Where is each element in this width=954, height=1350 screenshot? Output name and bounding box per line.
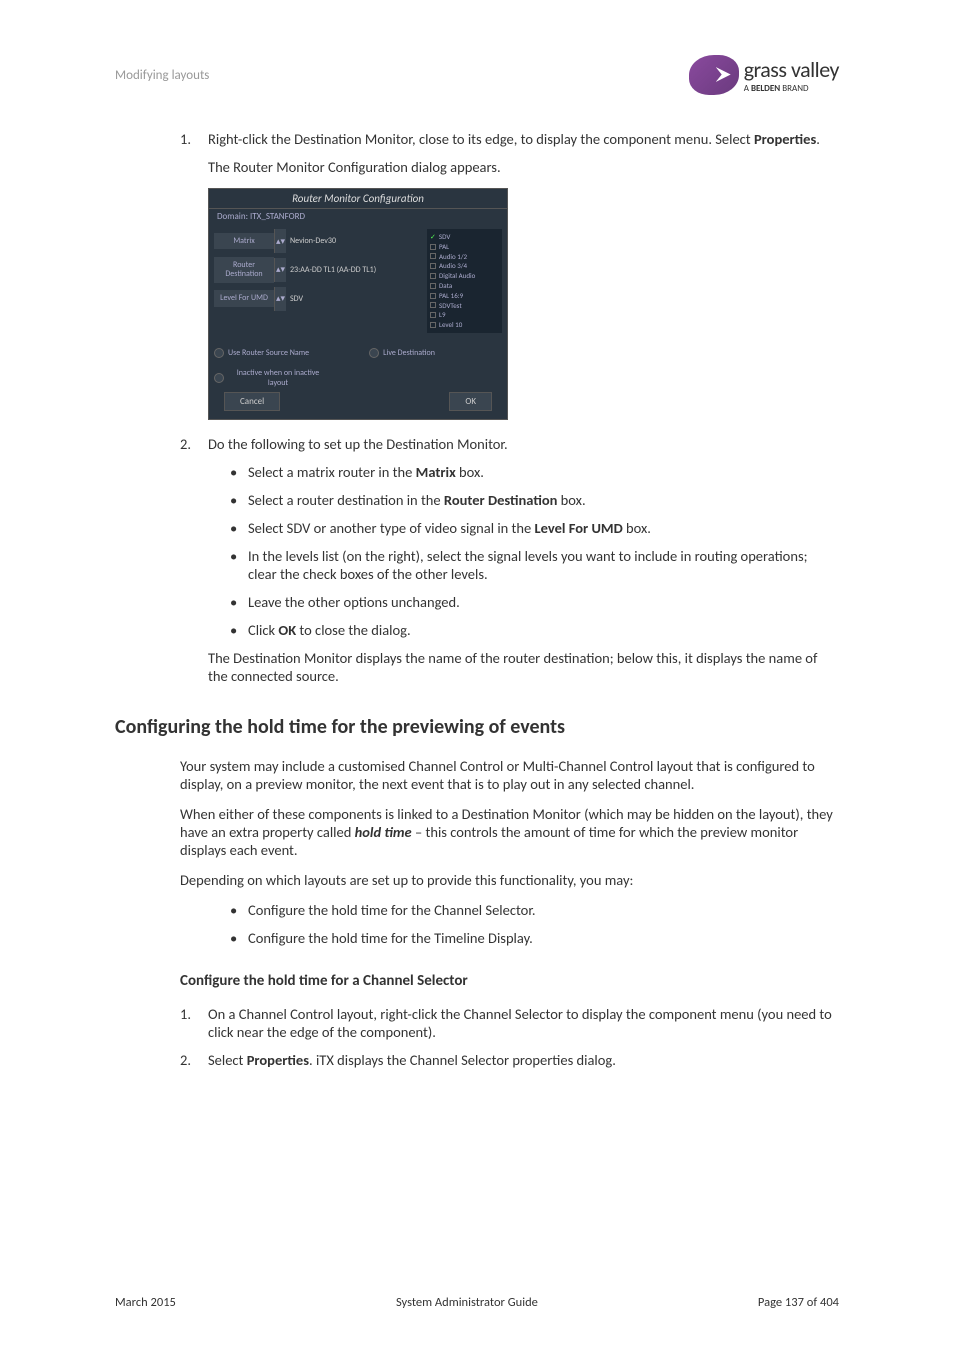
bullet-icon: • (230, 519, 248, 537)
router-dest-row: Router Destination ▴▾ 23:AA-DD TL1 (AA-D… (214, 257, 427, 283)
level-item[interactable]: Digital Audio (430, 271, 499, 281)
step-2-bullets: • Select a matrix router in the Matrix b… (180, 463, 839, 639)
level-item[interactable]: PAL 16:9 (430, 291, 499, 301)
dialog-title: Router Monitor Configuration (209, 189, 507, 209)
body-paragraph: Depending on which layouts are set up to… (180, 871, 839, 889)
level-item[interactable]: L9 (430, 310, 499, 320)
matrix-label: Matrix (214, 233, 274, 250)
cs-step-1: 1. On a Channel Control layout, right-cl… (180, 1005, 839, 1041)
list-item: • Select a matrix router in the Matrix b… (230, 463, 839, 481)
step-1-followup: The Router Monitor Configuration dialog … (180, 158, 839, 176)
body-paragraph: Your system may include a customised Cha… (180, 757, 839, 793)
step-text: On a Channel Control layout, right-click… (208, 1005, 839, 1041)
footer-title: System Administrator Guide (396, 1295, 538, 1310)
checkbox-icon (430, 244, 436, 250)
checkbox-icon (430, 263, 436, 269)
step-number: 2. (180, 435, 208, 453)
functionality-bullets: • Configure the hold time for the Channe… (180, 901, 839, 947)
logo-name: grass valley (744, 56, 839, 83)
bullet-icon: • (230, 491, 248, 509)
level-item[interactable]: Data (430, 281, 499, 291)
checkbox-icon (430, 302, 436, 308)
level-item[interactable]: PAL (430, 242, 499, 252)
radio-icon (214, 348, 224, 358)
checkbox-icon (430, 312, 436, 318)
level-umd-label: Level For UMD (214, 290, 274, 307)
inactive-layout-option[interactable]: Inactive when on inactive layout (214, 368, 328, 388)
content: 1. Right-click the Destination Monitor, … (115, 130, 839, 1069)
ok-button[interactable]: OK (449, 392, 492, 411)
bullet-icon: • (230, 463, 248, 481)
radio-icon (369, 348, 379, 358)
list-item: • Select SDV or another type of video si… (230, 519, 839, 537)
router-monitor-config-dialog: Router Monitor Configuration Domain: ITX… (208, 188, 508, 420)
level-umd-value: SDV (286, 290, 427, 308)
section-heading: Configuring the hold time for the previe… (115, 715, 839, 739)
cs-step-2: 2. Select Properties. iTX displays the C… (180, 1051, 839, 1069)
radio-icon (214, 373, 224, 383)
matrix-value: Nevion-Dev30 (286, 232, 427, 250)
level-item[interactable]: Level 10 (430, 320, 499, 330)
check-icon: ✓ (430, 232, 436, 242)
level-item[interactable]: ✓SDV (430, 232, 499, 242)
list-item: • Click OK to close the dialog. (230, 621, 839, 639)
step-text: Right-click the Destination Monitor, clo… (208, 130, 839, 148)
step-2: 2. Do the following to set up the Destin… (180, 435, 839, 453)
logo-tagline: A BELDEN BRAND (744, 83, 839, 94)
dialog-left-panel: Matrix ▴▾ Nevion-Dev30 Router Destinatio… (214, 229, 427, 333)
step-text: Select Properties. iTX displays the Chan… (208, 1051, 839, 1069)
list-item: • Select a router destination in the Rou… (230, 491, 839, 509)
dialog-domain: Domain: ITX_STANFORD (209, 209, 507, 224)
level-umd-spinner[interactable]: ▴▾ (274, 287, 286, 311)
matrix-row: Matrix ▴▾ Nevion-Dev30 (214, 229, 427, 253)
router-dest-label: Router Destination (214, 257, 274, 283)
checkbox-icon (430, 253, 436, 259)
checkbox-icon (430, 322, 436, 328)
level-item[interactable]: Audio 1/2 (430, 252, 499, 262)
use-router-source-option[interactable]: Use Router Source Name (214, 348, 309, 358)
bullet-icon: • (230, 621, 248, 639)
page-header: Modifying layouts grass valley A BELDEN … (115, 55, 839, 100)
logo-icon (689, 55, 739, 95)
step-text: Do the following to set up the Destinati… (208, 435, 839, 453)
cancel-button[interactable]: Cancel (224, 392, 280, 411)
levels-list[interactable]: ✓SDV PAL Audio 1/2 Audio 3/4 Digital Aud… (427, 229, 502, 333)
live-destination-option[interactable]: Live Destination (369, 348, 435, 358)
level-umd-row: Level For UMD ▴▾ SDV (214, 287, 427, 311)
level-item[interactable]: Audio 3/4 (430, 261, 499, 271)
router-dest-spinner[interactable]: ▴▾ (274, 258, 286, 282)
dialog-options: Use Router Source Name Live Destination … (209, 338, 507, 398)
logo: grass valley A BELDEN BRAND (689, 55, 839, 95)
level-item[interactable]: SDVTest (430, 301, 499, 311)
page-footer: March 2015 System Administrator Guide Pa… (115, 1295, 839, 1310)
bullet-icon: • (230, 593, 248, 611)
subsection-heading: Configure the hold time for a Channel Se… (180, 972, 839, 990)
dialog-buttons: Cancel OK (209, 392, 507, 411)
bullet-icon: • (230, 547, 248, 583)
list-item: • Configure the hold time for the Channe… (230, 901, 839, 919)
logo-text-block: grass valley A BELDEN BRAND (744, 56, 839, 94)
list-item: • Leave the other options unchanged. (230, 593, 839, 611)
step-number: 1. (180, 130, 208, 148)
header-section-text: Modifying layouts (115, 68, 209, 83)
list-item: • Configure the hold time for the Timeli… (230, 929, 839, 947)
step-number: 1. (180, 1005, 208, 1041)
bullet-icon: • (230, 901, 248, 919)
bullet-icon: • (230, 929, 248, 947)
step-number: 2. (180, 1051, 208, 1069)
list-item: • In the levels list (on the right), sel… (230, 547, 839, 583)
footer-date: March 2015 (115, 1295, 176, 1310)
router-dest-value: 23:AA-DD TL1 (AA-DD TL1) (286, 261, 427, 279)
checkbox-icon (430, 273, 436, 279)
checkbox-icon (430, 283, 436, 289)
checkbox-icon (430, 293, 436, 299)
dialog-body: Matrix ▴▾ Nevion-Dev30 Router Destinatio… (209, 224, 507, 338)
footer-page: Page 137 of 404 (758, 1295, 839, 1310)
step-2-followup: The Destination Monitor displays the nam… (180, 649, 839, 685)
matrix-spinner[interactable]: ▴▾ (274, 229, 286, 253)
body-paragraph: When either of these components is linke… (180, 805, 839, 859)
step-1: 1. Right-click the Destination Monitor, … (180, 130, 839, 148)
